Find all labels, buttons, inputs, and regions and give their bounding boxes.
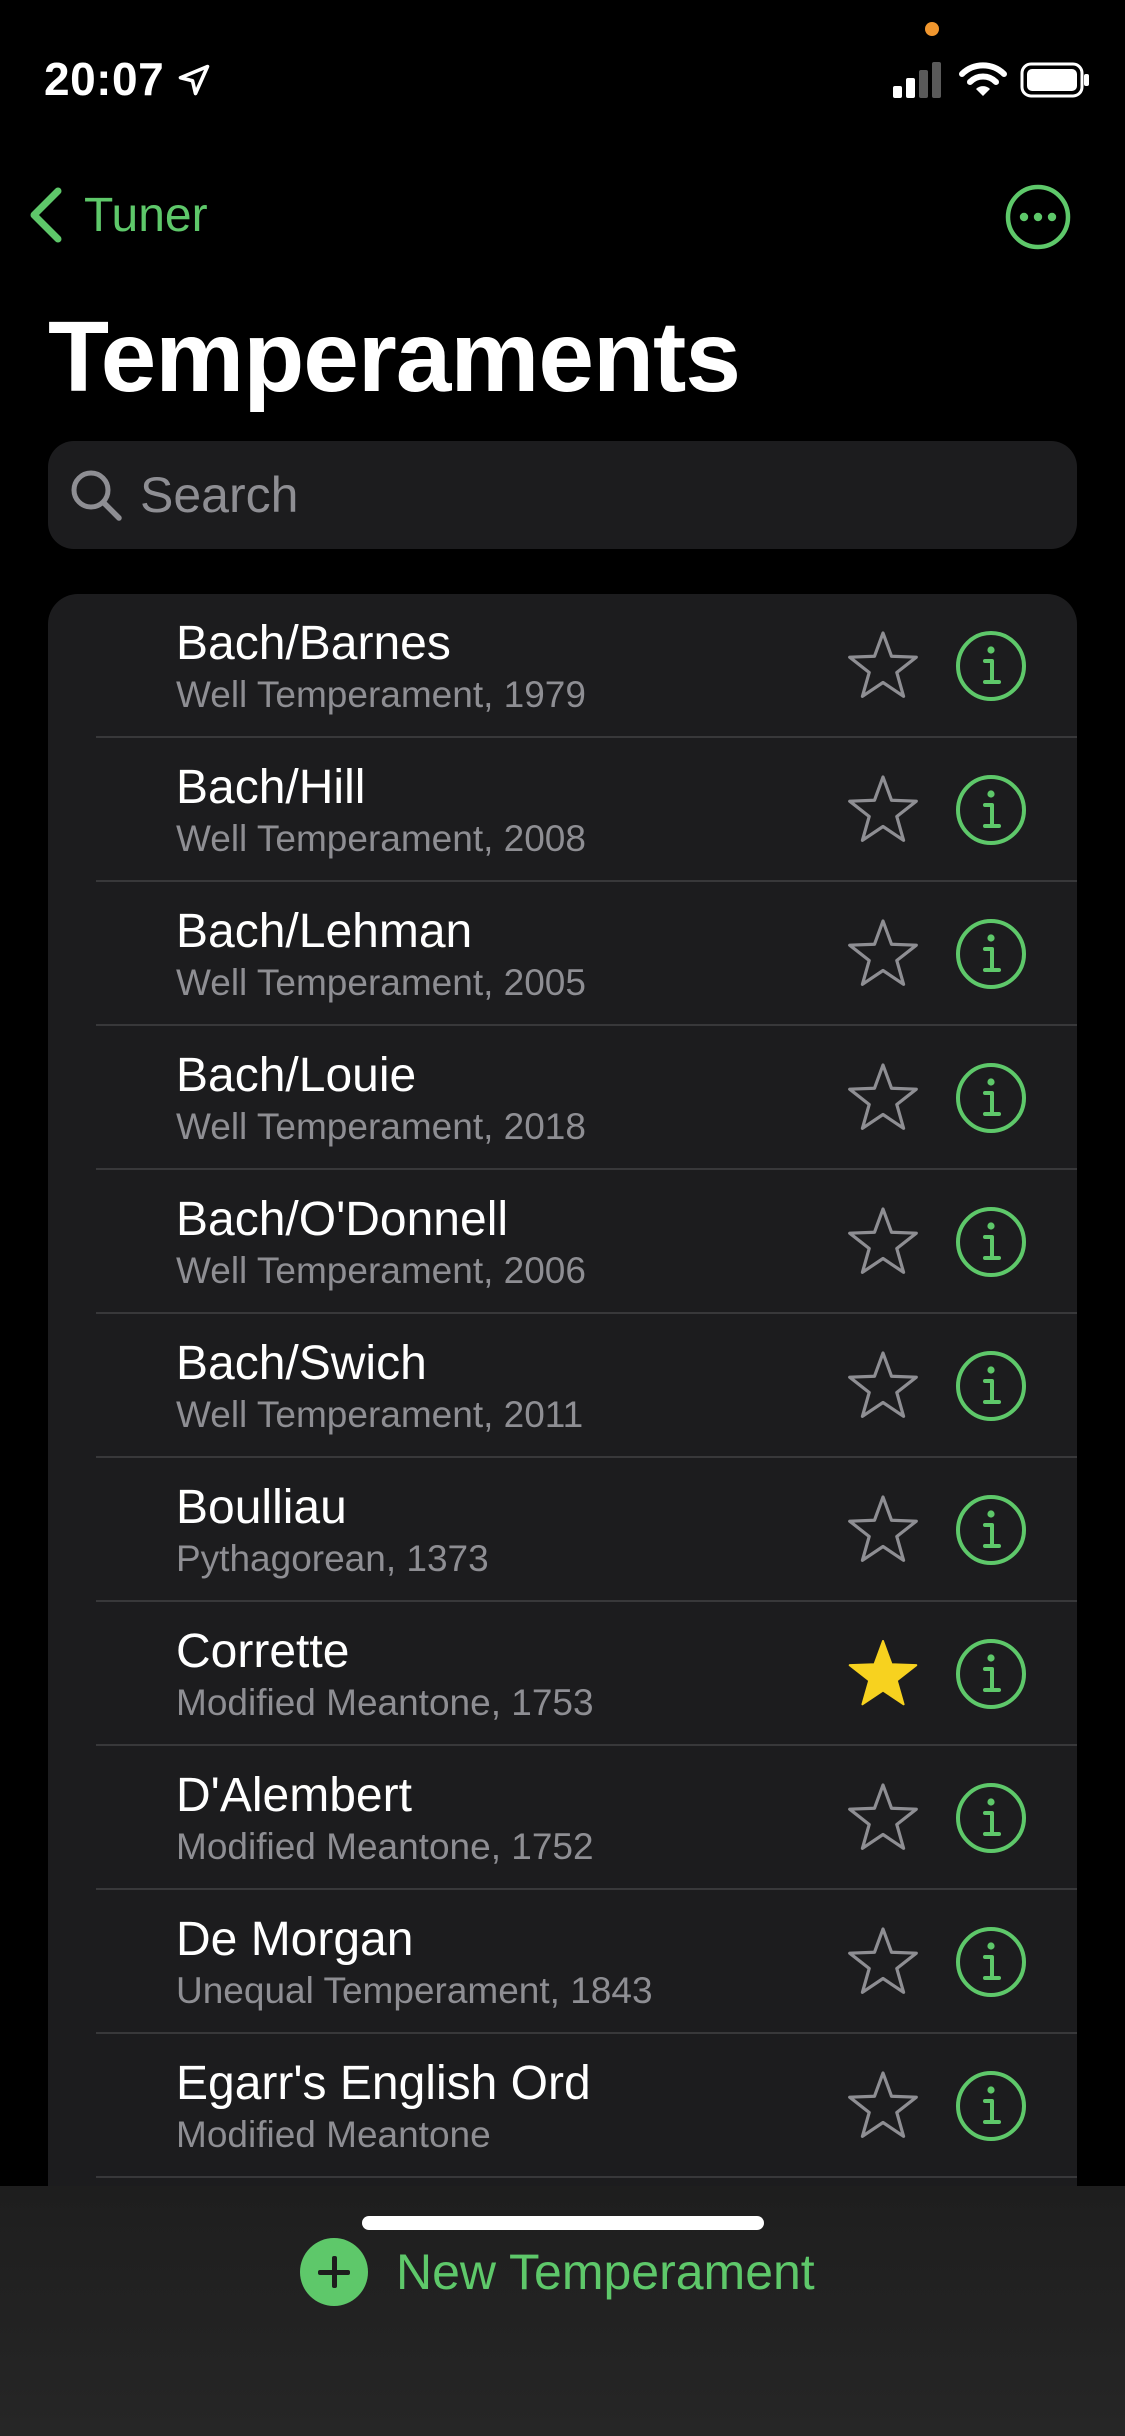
- status-time: 20:07: [44, 53, 165, 105]
- temperament-detail: Modified Meantone: [176, 2114, 491, 2155]
- search-icon: [71, 470, 122, 521]
- info-icon[interactable]: [954, 2069, 1028, 2143]
- star-icon[interactable]: [845, 1780, 921, 1856]
- home-indicator: [362, 2216, 764, 2230]
- info-icon[interactable]: [954, 1061, 1028, 1135]
- temperament-detail: Well Temperament, 2018: [176, 1106, 586, 1147]
- recording-indicator-dot: [925, 22, 939, 36]
- chevron-left-icon: [30, 187, 62, 243]
- info-icon[interactable]: [954, 1637, 1028, 1711]
- info-icon[interactable]: [954, 773, 1028, 847]
- info-icon[interactable]: [954, 1205, 1028, 1279]
- list-item[interactable]: Corrette Modified Meantone, 1753: [48, 1602, 1077, 1746]
- temperament-detail: Unequal Temperament, 1843: [176, 1970, 653, 2011]
- battery-icon: [1020, 62, 1089, 98]
- list-item[interactable]: Bach/Lehman Well Temperament, 2005: [48, 882, 1077, 1026]
- star-icon[interactable]: [845, 2068, 921, 2144]
- temperament-detail: Well Temperament, 2011: [176, 1394, 584, 1435]
- temperament-name: Bach/Lehman: [176, 905, 473, 958]
- temperament-name: Bach/Louie: [176, 1049, 417, 1102]
- list-item[interactable]: D'Alembert Modified Meantone, 1752: [48, 1746, 1077, 1890]
- temperament-detail: Well Temperament, 2006: [176, 1250, 586, 1291]
- temperament-name: Bach/Hill: [176, 761, 366, 814]
- info-icon[interactable]: [954, 1925, 1028, 1999]
- back-button-label: Tuner: [84, 188, 208, 242]
- star-icon[interactable]: [845, 1204, 921, 1280]
- temperament-name: Bach/Swich: [176, 1337, 427, 1390]
- info-icon[interactable]: [954, 1349, 1028, 1423]
- temperament-detail: Well Temperament, 2005: [176, 962, 586, 1003]
- list-item[interactable]: Bach/O'Donnell Well Temperament, 2006: [48, 1170, 1077, 1314]
- page-title: Temperaments: [48, 301, 741, 413]
- star-icon[interactable]: [845, 916, 921, 992]
- temperament-list: Bach/Barnes Well Temperament, 1979 Bach/Hi…: [48, 594, 1077, 2194]
- temperament-name: Bach/Barnes: [176, 617, 451, 670]
- star-filled-icon[interactable]: [845, 1636, 921, 1712]
- temperament-name: Bach/O'Donnell: [176, 1193, 509, 1246]
- temperament-name: Egarr's English Ord: [176, 2057, 591, 2110]
- star-icon[interactable]: [845, 628, 921, 704]
- temperament-name: De Morgan: [176, 1913, 414, 1966]
- list-item[interactable]: Bach/Barnes Well Temperament, 1979: [48, 594, 1077, 738]
- temperament-detail: Pythagorean, 1373: [176, 1538, 489, 1579]
- info-icon[interactable]: [954, 629, 1028, 703]
- temperament-detail: Well Temperament, 2008: [176, 818, 586, 859]
- temperament-name: D'Alembert: [176, 1769, 412, 1822]
- star-icon[interactable]: [845, 1060, 921, 1136]
- star-icon[interactable]: [845, 772, 921, 848]
- location-arrow-icon: [178, 64, 210, 96]
- star-icon[interactable]: [845, 1348, 921, 1424]
- temperament-name: Corrette: [176, 1625, 350, 1678]
- temperament-detail: Modified Meantone, 1752: [176, 1826, 594, 1867]
- star-icon[interactable]: [845, 1492, 921, 1568]
- temperament-detail: Modified Meantone, 1753: [176, 1682, 594, 1723]
- status-bar: 20:07: [0, 0, 1125, 140]
- temperament-name: Boulliau: [176, 1481, 347, 1534]
- ellipsis-circle-icon[interactable]: [1004, 183, 1072, 251]
- search-bar[interactable]: [48, 441, 1077, 549]
- signal-icon: [893, 62, 943, 98]
- temperament-detail: Well Temperament, 1979: [176, 674, 586, 715]
- star-icon[interactable]: [845, 1924, 921, 2000]
- wifi-icon: [959, 62, 1007, 96]
- list-item[interactable]: Bach/Louie Well Temperament, 2018: [48, 1026, 1077, 1170]
- new-temperament-button[interactable]: New Temperament: [300, 2232, 815, 2312]
- back-button[interactable]: Tuner: [24, 180, 208, 250]
- info-icon[interactable]: [954, 1493, 1028, 1567]
- info-icon[interactable]: [954, 1781, 1028, 1855]
- search-input[interactable]: [140, 466, 1040, 524]
- list-item[interactable]: Bach/Hill Well Temperament, 2008: [48, 738, 1077, 882]
- row-divider: [96, 2176, 1077, 2178]
- list-item[interactable]: De Morgan Unequal Temperament, 1843: [48, 1890, 1077, 2034]
- info-icon[interactable]: [954, 917, 1028, 991]
- list-item[interactable]: Egarr's English Ord Modified Meantone: [48, 2034, 1077, 2178]
- list-item[interactable]: Bach/Swich Well Temperament, 2011: [48, 1314, 1077, 1458]
- plus-circle-icon: [300, 2238, 368, 2306]
- new-temperament-label: New Temperament: [396, 2244, 815, 2300]
- list-item[interactable]: Boulliau Pythagorean, 1373: [48, 1458, 1077, 1602]
